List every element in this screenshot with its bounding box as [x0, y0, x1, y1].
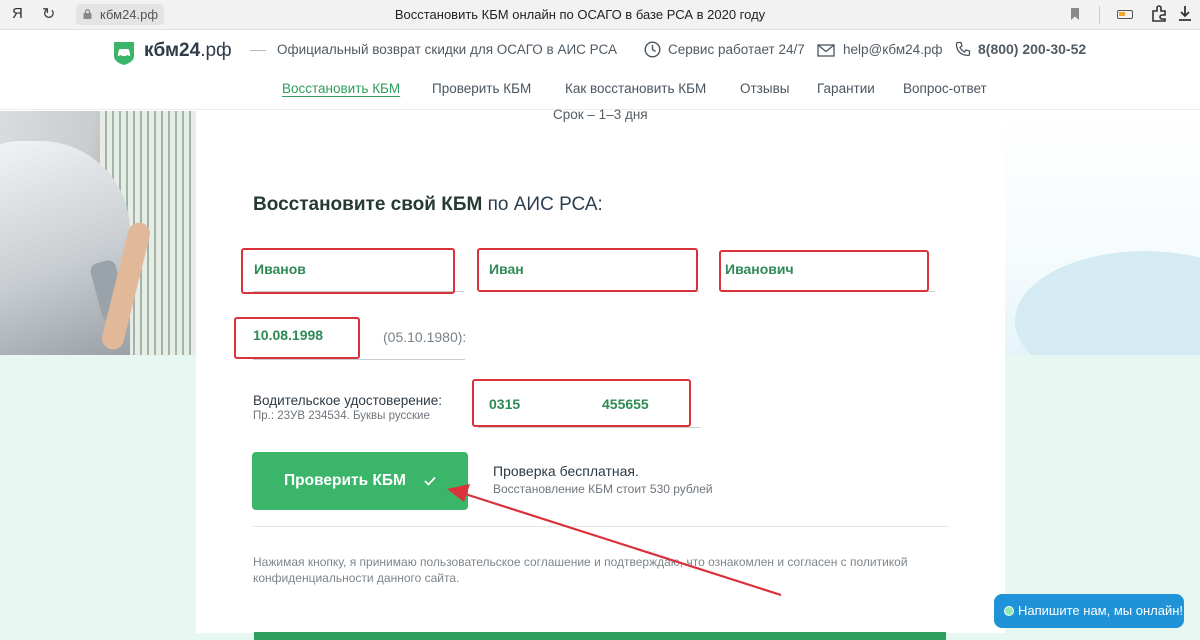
address-url: кбм24.рф [100, 7, 159, 22]
nav-reviews[interactable]: Отзывы [740, 81, 789, 96]
browser-logo[interactable]: Я [12, 5, 23, 22]
birth-date-format-hint: (05.10.1980): [383, 329, 467, 345]
lock-icon [83, 9, 92, 19]
free-check-note: Проверка бесплатная. [493, 463, 639, 479]
service-hours: Сервис работает 24/7 [668, 42, 805, 57]
online-chat-button[interactable]: Напишите нам, мы онлайн! [994, 594, 1184, 628]
consent-text: Нажимая кнопку, я принимаю пользовательс… [253, 555, 908, 585]
extension-icon[interactable] [1150, 4, 1170, 24]
form-title: Восстановите свой КБМ по АИС РСА: [253, 194, 603, 215]
submit-strip [254, 632, 946, 640]
highlight-first-name [477, 248, 698, 292]
form-divider [253, 526, 949, 527]
browser-toolbar: Я ↻ кбм24.рф Восстановить КБМ онлайн по … [0, 0, 1200, 30]
site-tagline: Официальный возврат скидки для ОСАГО в А… [277, 42, 617, 57]
hero-hill [1015, 251, 1200, 355]
tab-title: Восстановить КБМ онлайн по ОСАГО в базе … [394, 7, 766, 22]
phone-icon [955, 41, 971, 57]
mail-icon [817, 44, 835, 57]
site-logo[interactable]: кбм24.рф [144, 40, 232, 62]
restore-term-text: Срок – 1–3 дня [553, 107, 648, 122]
reload-icon[interactable]: ↻ [42, 4, 55, 24]
toolbar-separator [1099, 6, 1100, 24]
checkmark-icon [424, 476, 436, 486]
check-kbm-button[interactable]: Проверить КБМ [252, 452, 468, 510]
nav-check-kbm[interactable]: Проверить КБМ [432, 81, 531, 96]
highlight-last-name [241, 248, 455, 294]
bookmark-icon[interactable] [1070, 7, 1080, 21]
restore-price-note: Восстановление КБМ стоит 530 рублей [493, 482, 713, 496]
highlight-license [472, 379, 691, 427]
nav-restore-kbm[interactable]: Восстановить КБМ [282, 81, 400, 96]
highlight-birth-date [234, 317, 360, 359]
hero-landscape [1005, 111, 1200, 355]
logo-car-shield-icon[interactable] [112, 40, 136, 66]
license-hint: Пр.: 23УВ 234534. Буквы русские [253, 410, 430, 422]
site-header: кбм24.рф Официальный возврат скидки для … [0, 31, 1200, 110]
nav-guarantees[interactable]: Гарантии [817, 81, 875, 96]
highlight-middle-name [719, 250, 929, 292]
clock-icon [644, 41, 661, 58]
online-status-dot [1004, 606, 1014, 616]
download-icon[interactable] [1176, 4, 1194, 24]
hero-photo-car [0, 111, 196, 355]
nav-how-to-restore[interactable]: Как восстановить КБМ [565, 81, 706, 96]
nav-faq[interactable]: Вопрос-ответ [903, 81, 987, 96]
license-label: Водительское удостоверение: [253, 393, 442, 408]
battery-icon[interactable] [1117, 10, 1133, 19]
header-phone-link[interactable]: 8(800) 200-30-52 [978, 41, 1086, 57]
address-bar[interactable]: кбм24.рф [76, 4, 164, 25]
header-email-link[interactable]: help@кбм24.рф [843, 42, 943, 57]
header-divider [250, 50, 266, 51]
